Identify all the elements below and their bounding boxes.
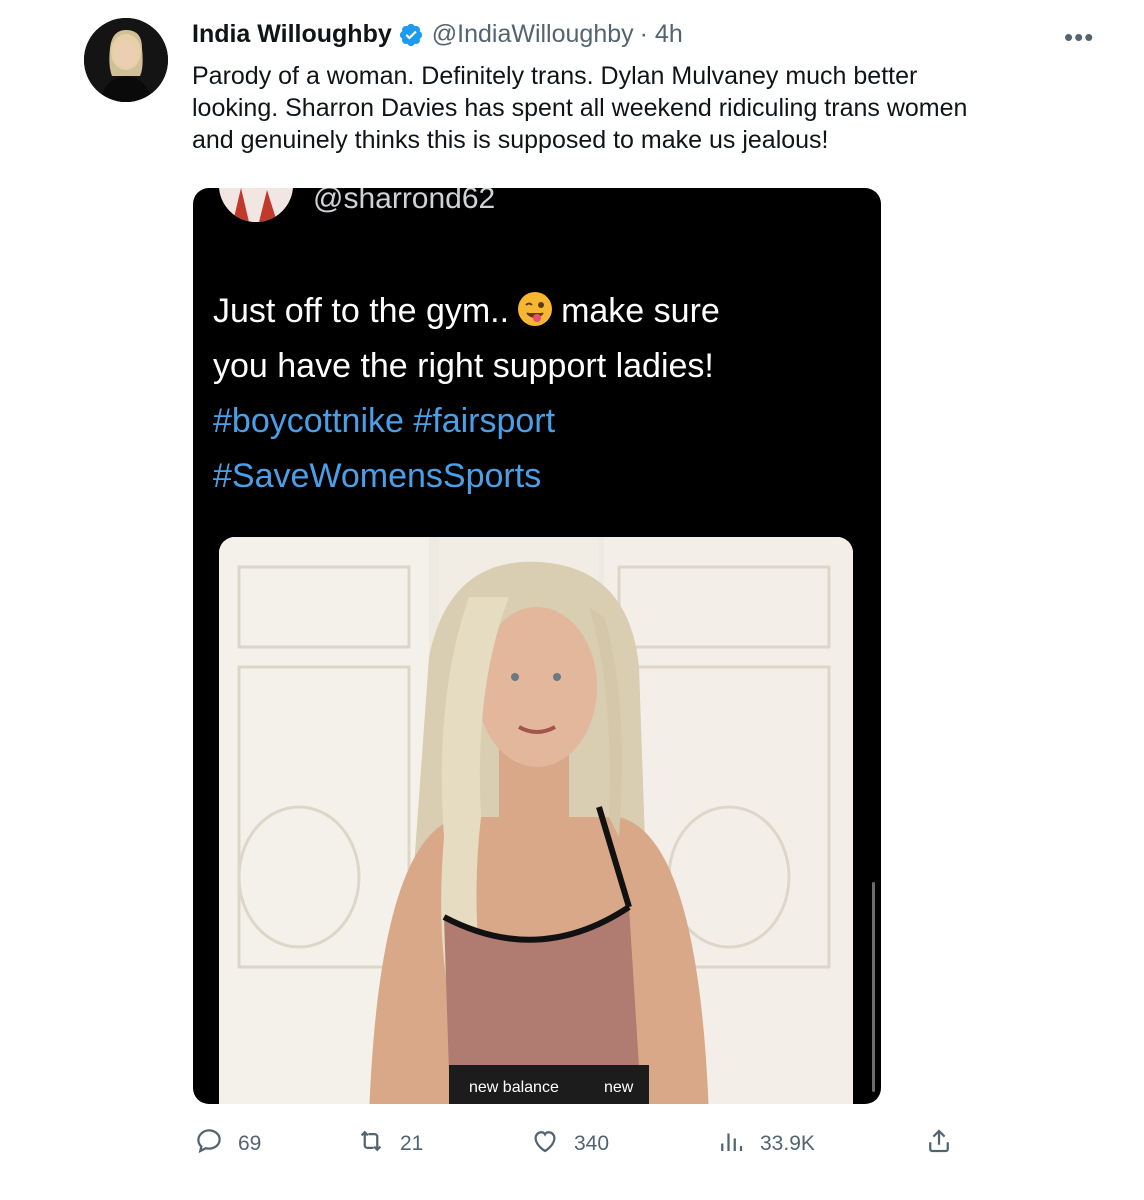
reply-button[interactable]: 69 — [194, 1126, 261, 1162]
reply-icon — [194, 1126, 224, 1162]
author-handle[interactable]: @IndiaWilloughby — [432, 20, 634, 49]
tweet-text: Parody of a woman. Definitely trans. Dyl… — [192, 60, 1072, 156]
photo-brand-text: new — [604, 1079, 634, 1096]
wink-emoji-icon — [517, 289, 553, 326]
photo-brand-text: new balance — [469, 1079, 559, 1096]
tweet-header: India Willoughby @IndiaWilloughby · 4h — [192, 20, 683, 49]
tweet-text-line: looking. Sharron Davies has spent all we… — [192, 94, 968, 122]
retweet-count: 21 — [400, 1132, 424, 1155]
share-icon — [924, 1126, 954, 1162]
views-icon — [716, 1126, 746, 1162]
tweet-timestamp[interactable]: · 4h — [640, 20, 683, 49]
author-avatar[interactable] — [84, 18, 168, 102]
share-button[interactable] — [924, 1126, 954, 1162]
retweet-icon — [356, 1126, 386, 1162]
author-name[interactable]: India Willoughby — [192, 20, 392, 49]
embedded-text-line: make sure — [561, 292, 720, 330]
verified-icon — [398, 22, 424, 48]
like-count: 340 — [574, 1132, 610, 1155]
embedded-hashtags[interactable]: #boycottnike #fairsport — [213, 394, 853, 449]
embedded-hashtags[interactable]: #SaveWomensSports — [213, 449, 853, 504]
embedded-screenshot[interactable]: @sharrond62 Just off to the gym.. make su… — [193, 188, 881, 1104]
like-button[interactable]: 340 — [530, 1126, 609, 1162]
views-count: 33.9K — [760, 1132, 815, 1155]
views-button[interactable]: 33.9K — [716, 1126, 815, 1162]
tweet-text-line: and genuinely thinks this is supposed to… — [192, 126, 829, 154]
action-bar: 69 21 340 33.9K — [0, 1126, 1144, 1166]
embedded-text: Just off to the gym.. make sure you have … — [213, 284, 853, 504]
more-icon[interactable]: ••• — [1064, 22, 1094, 53]
embedded-handle: @sharrond62 — [313, 188, 496, 215]
embedded-text-line: you have the right support ladies! — [213, 347, 714, 385]
reply-count: 69 — [238, 1132, 262, 1155]
tweet-text-line: Parody of a woman. Definitely trans. Dyl… — [192, 62, 918, 90]
like-icon — [530, 1126, 560, 1162]
embedded-avatar — [219, 188, 293, 222]
embedded-text-line: Just off to the gym.. — [213, 292, 510, 330]
embedded-photo[interactable]: new balance new — [219, 537, 853, 1104]
scrollbar[interactable] — [872, 882, 875, 1092]
retweet-button[interactable]: 21 — [356, 1126, 423, 1162]
